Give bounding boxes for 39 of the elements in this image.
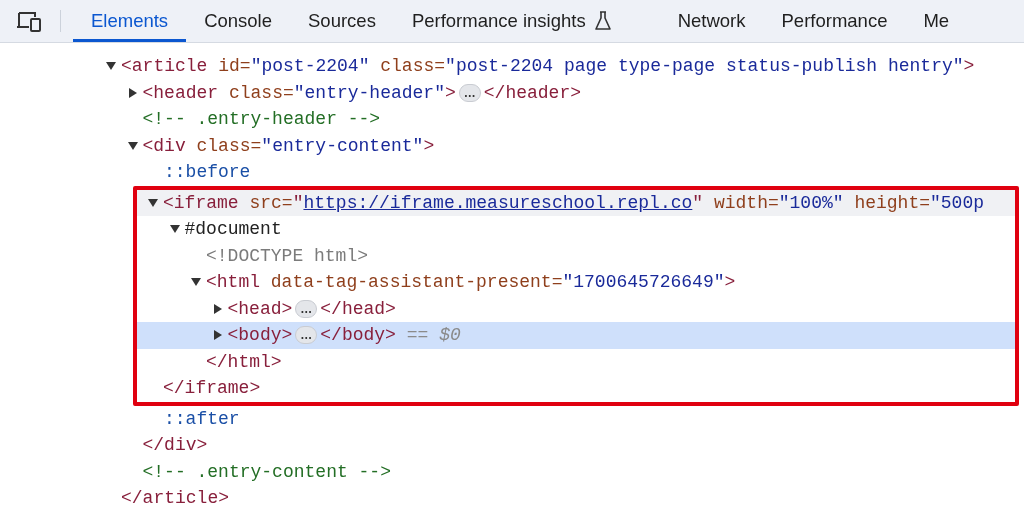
code-text: </div> bbox=[142, 436, 208, 455]
collapse-triangle-icon[interactable] bbox=[147, 196, 159, 209]
expand-triangle-icon[interactable] bbox=[211, 329, 224, 342]
code-text: <!-- .entry-header --> bbox=[142, 110, 381, 129]
tab[interactable]: Sources bbox=[290, 0, 394, 42]
code-text: <!DOCTYPE html> bbox=[206, 246, 369, 265]
code-text: <article id="post-2204" class="post-2204 page type-page status-publish hentry"> bbox=[121, 57, 975, 76]
code-text: <!-- .entry-content --> bbox=[142, 462, 391, 481]
device-toolbar-icon[interactable] bbox=[16, 11, 42, 33]
flask-icon bbox=[593, 11, 612, 31]
code-text: <header class="entry-header"> bbox=[142, 83, 456, 102]
expand-button[interactable]: … bbox=[458, 83, 481, 102]
code-text: </html> bbox=[206, 352, 282, 371]
code-text: </body> == $0 bbox=[320, 326, 461, 345]
code-text: <iframe src="https://iframe.measureschool.repl.co" width="100%" height="500p bbox=[163, 193, 984, 212]
collapse-triangle-icon[interactable] bbox=[126, 139, 139, 152]
expand-triangle-icon[interactable] bbox=[211, 302, 224, 315]
tab[interactable]: Network bbox=[659, 0, 764, 42]
code-text: <body> bbox=[227, 326, 293, 345]
code-text: </head> bbox=[320, 299, 396, 318]
code-text: </iframe> bbox=[163, 379, 261, 398]
code-text: #document bbox=[184, 220, 282, 239]
code-text: ::before bbox=[164, 163, 251, 182]
expand-button[interactable]: … bbox=[295, 299, 318, 318]
code-text: </header> bbox=[483, 83, 581, 102]
expand-triangle-icon[interactable] bbox=[126, 86, 139, 99]
code-text: <div class="entry-content"> bbox=[142, 136, 435, 155]
tab[interactable]: Me bbox=[905, 0, 968, 42]
code-text: <head> bbox=[227, 299, 293, 318]
code-text: </article> bbox=[121, 489, 230, 508]
code-text: <html data-tag-assistant-present="1700645726649"> bbox=[206, 273, 736, 292]
hovered-row[interactable]: <iframe src="https://iframe.measureschool.repl.co" width="100%" height="500p bbox=[137, 189, 1015, 216]
tab[interactable]: Performance bbox=[763, 0, 906, 42]
tab[interactable]: Performance insights bbox=[393, 0, 630, 42]
code-text: ::after bbox=[164, 409, 240, 428]
tab[interactable]: Console bbox=[186, 0, 290, 42]
tab[interactable]: Elements bbox=[73, 0, 187, 42]
expand-button[interactable]: … bbox=[295, 326, 318, 345]
selected-row[interactable]: <body> … </body> == $0 bbox=[137, 322, 1015, 349]
